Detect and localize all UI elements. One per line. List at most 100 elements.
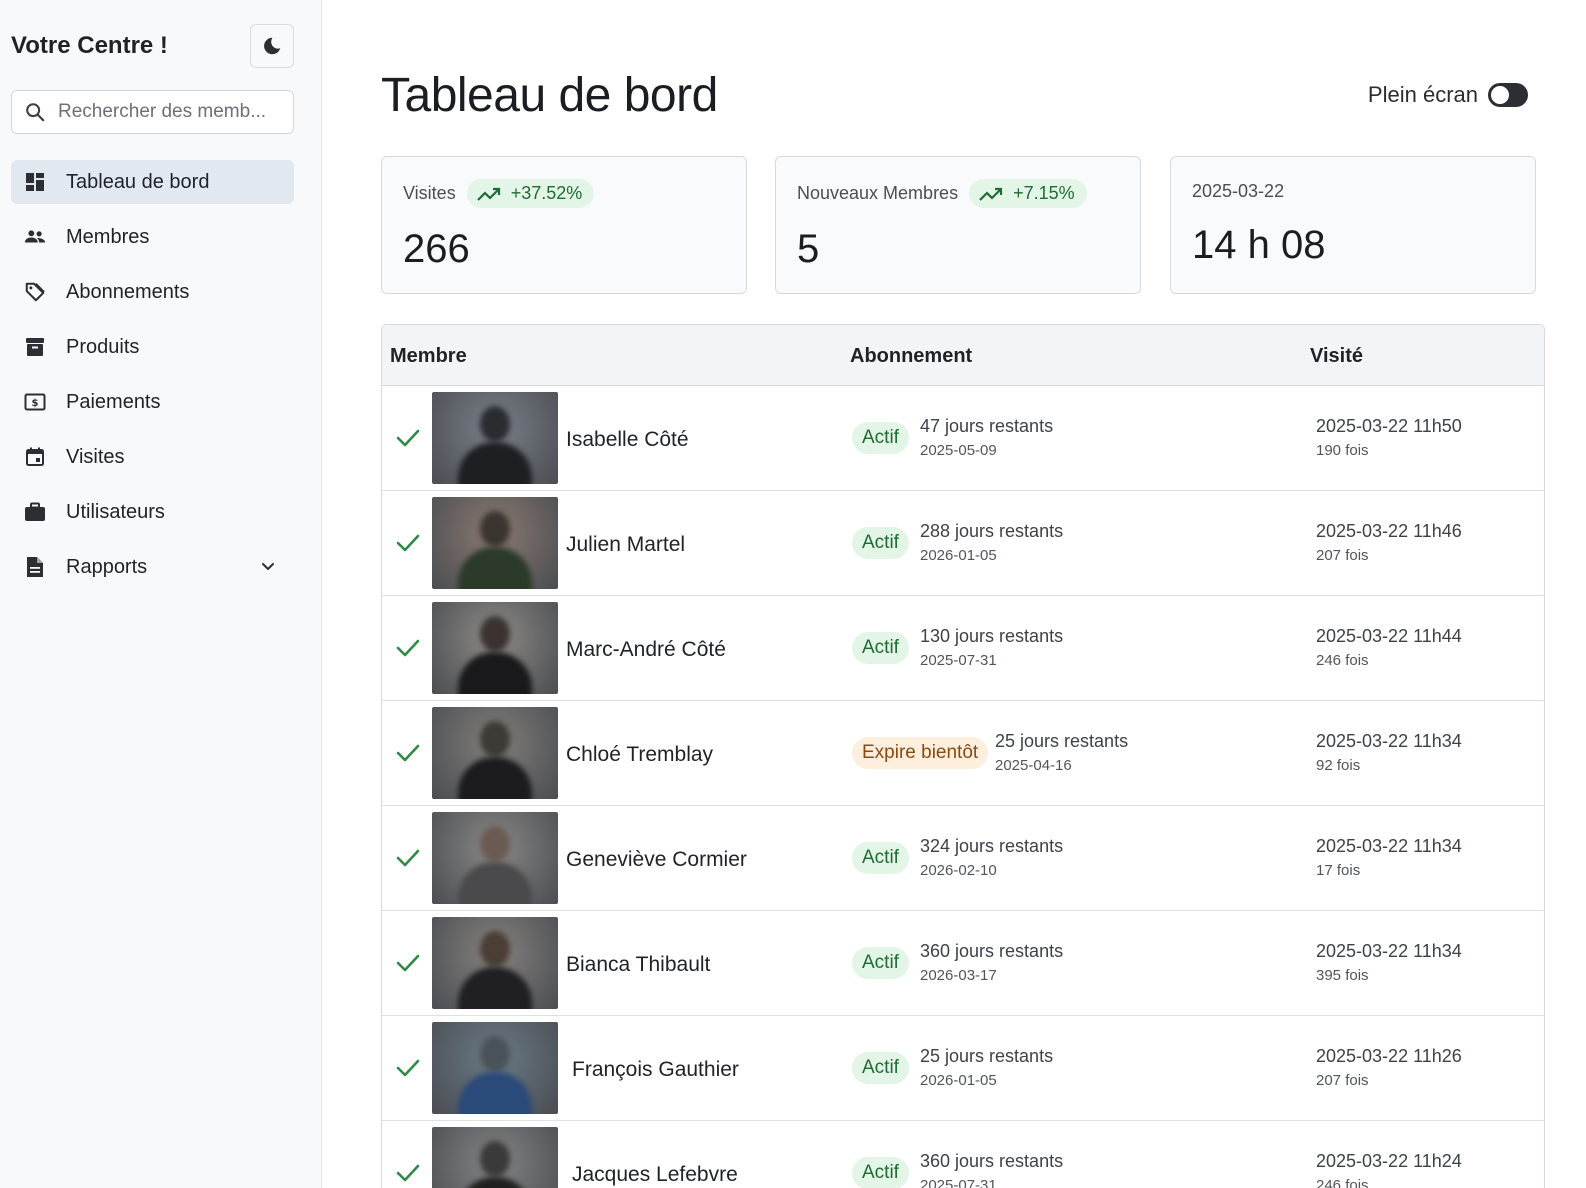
sidebar-item-label: Utilisateurs [66,500,165,523]
table-row[interactable]: Chloé Tremblay Expire bientôt 25 jours r… [382,701,1544,806]
last-visit-time: 2025-03-22 11h50 [1316,416,1462,436]
sidebar-item-visits[interactable]: Visites [11,435,294,479]
people-icon [24,226,46,248]
sidebar-item-users[interactable]: Utilisateurs [11,490,294,534]
status-badge: Actif [852,1157,909,1188]
search-input[interactable] [58,101,278,123]
chevron-down-icon[interactable] [260,558,276,574]
member-name[interactable]: Isabelle Côté [566,428,689,452]
search-icon [26,103,45,122]
archive-icon [24,336,46,358]
stat-label-row: Nouveaux Membres +7.15% [797,179,1087,208]
table-row[interactable]: Isabelle Côté Actif 47 jours restants 20… [382,386,1544,491]
table-row[interactable]: François Gauthier Actif 25 jours restant… [382,1016,1544,1121]
stat-card-visits: Visites +37.52% 266 [381,156,747,294]
fullscreen-toggle[interactable] [1488,83,1528,107]
last-visit-time: 2025-03-22 11h44 [1316,626,1462,646]
sidebar-nav: Tableau de bord Membres Abonnements Prod… [11,160,294,600]
sidebar-item-products[interactable]: Produits [11,325,294,369]
member-name[interactable]: Jacques Lefebvre [572,1163,738,1187]
briefcase-icon [24,501,46,523]
table-row[interactable]: Jacques Lefebvre Actif 360 jours restant… [382,1121,1544,1188]
fullscreen-control: Plein écran [1368,82,1528,108]
member-name[interactable]: Marc-André Côté [566,638,726,662]
column-header-visited[interactable]: Visité [1310,345,1363,368]
trend-badge: +7.15% [969,179,1087,208]
member-photo [432,602,558,694]
table-body: Isabelle Côté Actif 47 jours restants 20… [382,386,1544,1188]
svg-text:$: $ [32,398,39,409]
main-content: Tableau de bord Plein écran Visites +37.… [322,0,1586,1188]
days-remaining: 25 jours restants [995,731,1129,751]
expiry-date: 2025-05-09 [920,442,997,459]
member-photo [432,812,558,904]
last-visit-time: 2025-03-22 11h34 [1316,941,1462,961]
status-badge: Actif [852,632,909,664]
table-row[interactable]: Geneviève Cormier Actif 324 jours restan… [382,806,1544,911]
brand-row: Votre Centre ! [11,24,294,68]
expiry-date: 2026-02-10 [920,862,997,879]
sidebar-item-reports[interactable]: Rapports [11,545,294,589]
member-name[interactable]: Chloé Tremblay [566,743,713,767]
stat-label: Nouveaux Membres [797,183,959,203]
sidebar-item-subscriptions[interactable]: Abonnements [11,270,294,314]
days-remaining: 324 jours restants [920,836,1064,856]
visit-count: 190 fois [1316,442,1369,459]
dashboard-icon [24,171,46,193]
page-title: Tableau de bord [381,69,718,122]
sidebar-item-label: Tableau de bord [66,170,210,193]
member-name[interactable]: François Gauthier [572,1058,739,1082]
days-remaining: 288 jours restants [920,521,1064,541]
member-name[interactable]: Bianca Thibault [566,953,710,977]
sidebar-item-label: Paiements [66,390,161,413]
tag-icon [24,281,46,303]
visit-count: 395 fois [1316,967,1369,984]
checkmark-icon [396,1164,420,1182]
search-box[interactable] [11,90,294,134]
stat-card-new-members: Nouveaux Membres +7.15% 5 [775,156,1141,294]
stat-label: 2025-03-22 [1192,181,1285,201]
days-remaining: 25 jours restants [920,1046,1054,1066]
sidebar-item-label: Visites [66,445,125,468]
member-name[interactable]: Julien Martel [566,533,685,557]
column-header-subscription[interactable]: Abonnement [850,345,972,368]
column-header-member[interactable]: Membre [390,345,467,368]
stat-value: 14 h 08 [1192,223,1326,267]
table-header: Membre Abonnement Visité [382,325,1544,386]
member-photo [432,1127,558,1188]
last-visit-time: 2025-03-22 11h24 [1316,1151,1462,1171]
dark-mode-button[interactable] [250,24,294,68]
sidebar-item-label: Abonnements [66,280,190,303]
table-row[interactable]: Bianca Thibault Actif 360 jours restants… [382,911,1544,1016]
sidebar-item-label: Membres [66,225,150,248]
sidebar: Votre Centre ! Tableau de bord Membres A… [0,0,322,1188]
member-name[interactable]: Geneviève Cormier [566,848,747,872]
table-row[interactable]: Marc-André Côté Actif 130 jours restants… [382,596,1544,701]
stat-label-row: Visites +37.52% [403,179,595,208]
stat-label-row: 2025-03-22 [1192,181,1284,202]
visit-count: 246 fois [1316,652,1369,669]
sidebar-item-dashboard[interactable]: Tableau de bord [11,160,294,204]
moon-icon [264,37,281,55]
visit-count: 207 fois [1316,1072,1369,1089]
payment-icon: $ [24,391,46,413]
table-row[interactable]: Julien Martel Actif 288 jours restants 2… [382,491,1544,596]
trend-up-icon [979,187,1003,201]
checkmark-icon [396,954,420,972]
member-photo [432,917,558,1009]
last-visit-time: 2025-03-22 11h34 [1316,731,1462,751]
status-badge: Actif [852,527,909,559]
last-visit-time: 2025-03-22 11h26 [1316,1046,1462,1066]
calendar-icon [24,446,46,468]
sidebar-item-label: Produits [66,335,140,358]
status-badge: Actif [852,422,909,454]
checkmark-icon [396,639,420,657]
sidebar-item-payments[interactable]: $ Paiements [11,380,294,424]
status-badge: Expire bientôt [852,737,989,769]
sidebar-item-members[interactable]: Membres [11,215,294,259]
expiry-date: 2025-07-31 [920,652,997,669]
days-remaining: 47 jours restants [920,416,1054,436]
toggle-knob [1491,86,1509,104]
expiry-date: 2025-07-31 [920,1177,997,1188]
checkmark-icon [396,849,420,867]
